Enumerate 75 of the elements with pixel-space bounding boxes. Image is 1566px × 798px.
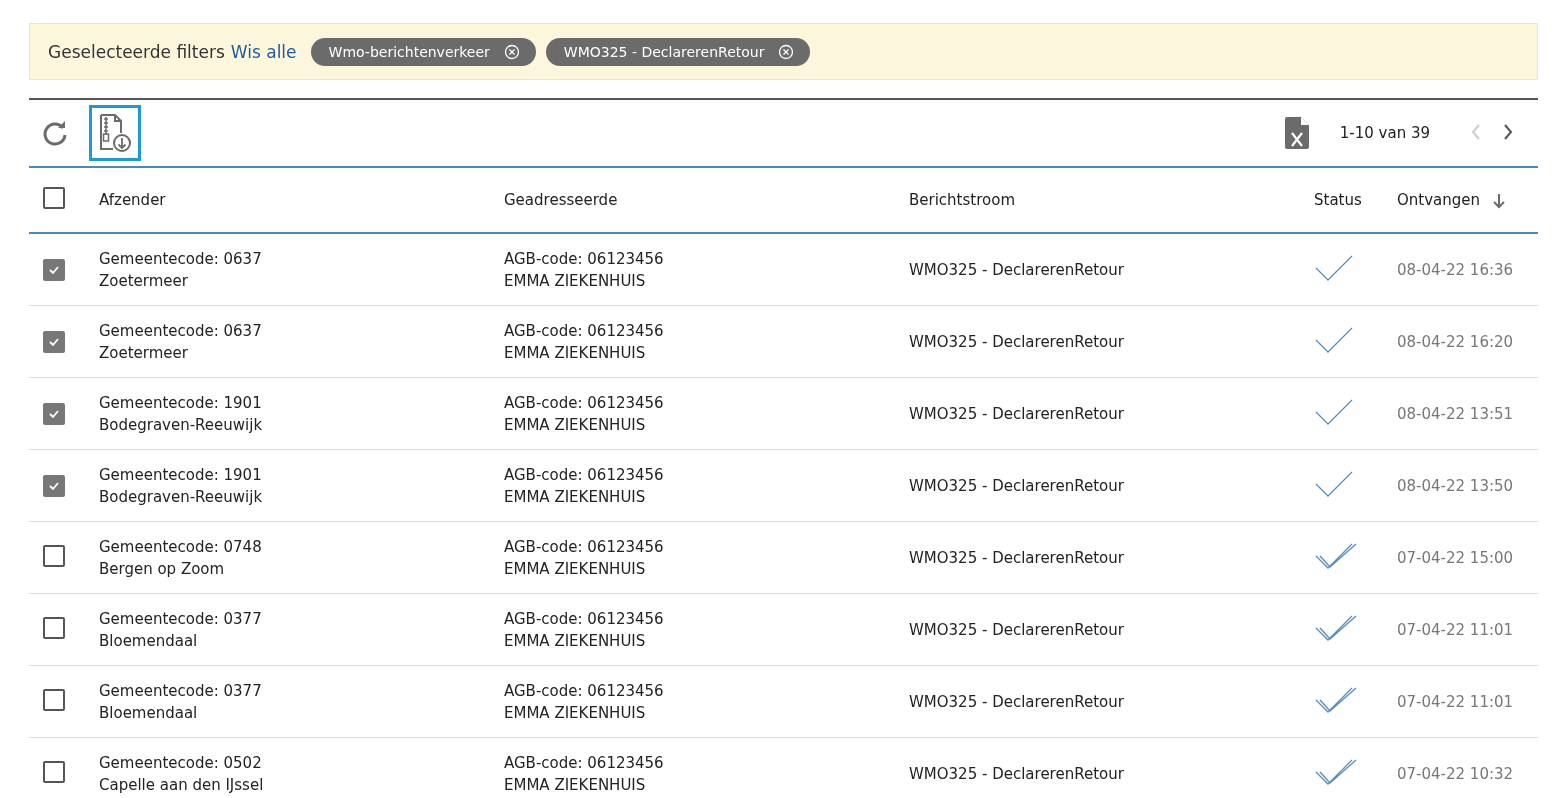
row-checkbox[interactable]: [43, 474, 65, 497]
recipient-name: EMMA ZIEKENHUIS: [504, 271, 647, 290]
row-checkbox[interactable]: [43, 544, 65, 567]
close-icon[interactable]: [503, 43, 520, 60]
message-stream: WMO325 - DeclarerenRetour: [909, 692, 1124, 711]
recipient-code: AGB-code: 06123456: [504, 609, 665, 628]
column-header[interactable]: Status: [1314, 191, 1362, 209]
sender-code: Gemeentecode: 1901: [99, 393, 263, 412]
pagination-range: 1-10 van 39: [1339, 124, 1430, 142]
filter-chip[interactable]: WMO325 - DeclarerenRetour: [545, 37, 811, 66]
message-stream: WMO325 - DeclarerenRetour: [909, 260, 1124, 279]
archive-download-icon[interactable]: [89, 105, 141, 161]
sender-name: Bodegraven-Reeuwijk: [99, 415, 264, 434]
received-date: 08-04-22 13:50: [1397, 476, 1514, 495]
row-checkbox[interactable]: [43, 760, 65, 783]
recipient-code: AGB-code: 06123456: [504, 753, 665, 772]
sender-code: Gemeentecode: 0637: [99, 321, 263, 340]
row-checkbox[interactable]: [43, 330, 65, 353]
recipient-name: EMMA ZIEKENHUIS: [504, 559, 647, 578]
recipient-name: EMMA ZIEKENHUIS: [504, 487, 647, 506]
sender-code: Gemeentecode: 0502: [99, 753, 263, 772]
message-stream: WMO325 - DeclarerenRetour: [909, 620, 1124, 639]
refresh-icon[interactable]: [41, 119, 69, 147]
recipient-code: AGB-code: 06123456: [504, 393, 665, 412]
select-all-checkbox[interactable]: [43, 187, 65, 209]
row-checkbox[interactable]: [43, 402, 65, 425]
recipient-name: EMMA ZIEKENHUIS: [504, 343, 647, 362]
sender-name: Zoetermeer: [99, 343, 189, 362]
filter-chip[interactable]: Wmo-berichtenverkeer: [310, 37, 536, 66]
sender-name: Bodegraven-Reeuwijk: [99, 487, 264, 506]
received-date: 07-04-22 15:00: [1397, 548, 1514, 567]
sender-code: Gemeentecode: 0377: [99, 609, 263, 628]
filters-label: Geselecteerde filters: [48, 41, 225, 62]
sender-name: Zoetermeer: [99, 271, 189, 290]
row-checkbox[interactable]: [43, 688, 65, 711]
recipient-code: AGB-code: 06123456: [504, 537, 665, 556]
sender-code: Gemeentecode: 0637: [99, 249, 263, 268]
clear-all-link[interactable]: Wis alle: [230, 41, 297, 62]
message-stream: WMO325 - DeclarerenRetour: [909, 404, 1124, 423]
row-checkbox[interactable]: [43, 258, 65, 281]
recipient-code: AGB-code: 06123456: [504, 321, 665, 340]
column-header[interactable]: Afzender: [99, 191, 166, 209]
sender-code: Gemeentecode: 0748: [99, 537, 263, 556]
sender-code: Gemeentecode: 0377: [99, 681, 263, 700]
recipient-name: EMMA ZIEKENHUIS: [504, 415, 647, 434]
excel-export-icon[interactable]: [1283, 117, 1310, 149]
received-date: 07-04-22 11:01: [1397, 620, 1514, 639]
sender-name: Bergen op Zoom: [99, 559, 226, 578]
sort-descending-icon[interactable]: [1492, 192, 1507, 209]
column-header[interactable]: Berichtstroom: [909, 191, 1015, 209]
close-icon[interactable]: [778, 43, 795, 60]
chevron-right-icon: [1502, 122, 1514, 141]
received-date: 07-04-22 10:32: [1397, 764, 1514, 783]
recipient-name: EMMA ZIEKENHUIS: [504, 703, 647, 722]
sender-code: Gemeentecode: 1901: [99, 465, 263, 484]
sender-name: Bloemendaal: [99, 631, 199, 650]
column-header[interactable]: Geadresseerde: [504, 191, 618, 209]
message-stream: WMO325 - DeclarerenRetour: [909, 548, 1124, 567]
received-date: 08-04-22 16:20: [1397, 332, 1514, 351]
received-date: 07-04-22 11:01: [1397, 692, 1514, 711]
recipient-code: AGB-code: 06123456: [504, 249, 665, 268]
sender-name: Capelle aan den IJssel: [99, 775, 265, 794]
recipient-name: EMMA ZIEKENHUIS: [504, 775, 647, 794]
message-stream: WMO325 - DeclarerenRetour: [909, 332, 1124, 351]
received-date: 08-04-22 13:51: [1397, 404, 1514, 423]
message-stream: WMO325 - DeclarerenRetour: [909, 476, 1124, 495]
row-checkbox[interactable]: [43, 616, 65, 639]
sender-name: Bloemendaal: [99, 703, 199, 722]
recipient-code: AGB-code: 06123456: [504, 465, 665, 484]
column-header[interactable]: Ontvangen: [1397, 191, 1481, 209]
recipient-code: AGB-code: 06123456: [504, 681, 665, 700]
received-date: 08-04-22 16:36: [1397, 260, 1514, 279]
recipient-name: EMMA ZIEKENHUIS: [504, 631, 647, 650]
message-stream: WMO325 - DeclarerenRetour: [909, 764, 1124, 783]
chevron-left-icon: [1470, 122, 1482, 141]
